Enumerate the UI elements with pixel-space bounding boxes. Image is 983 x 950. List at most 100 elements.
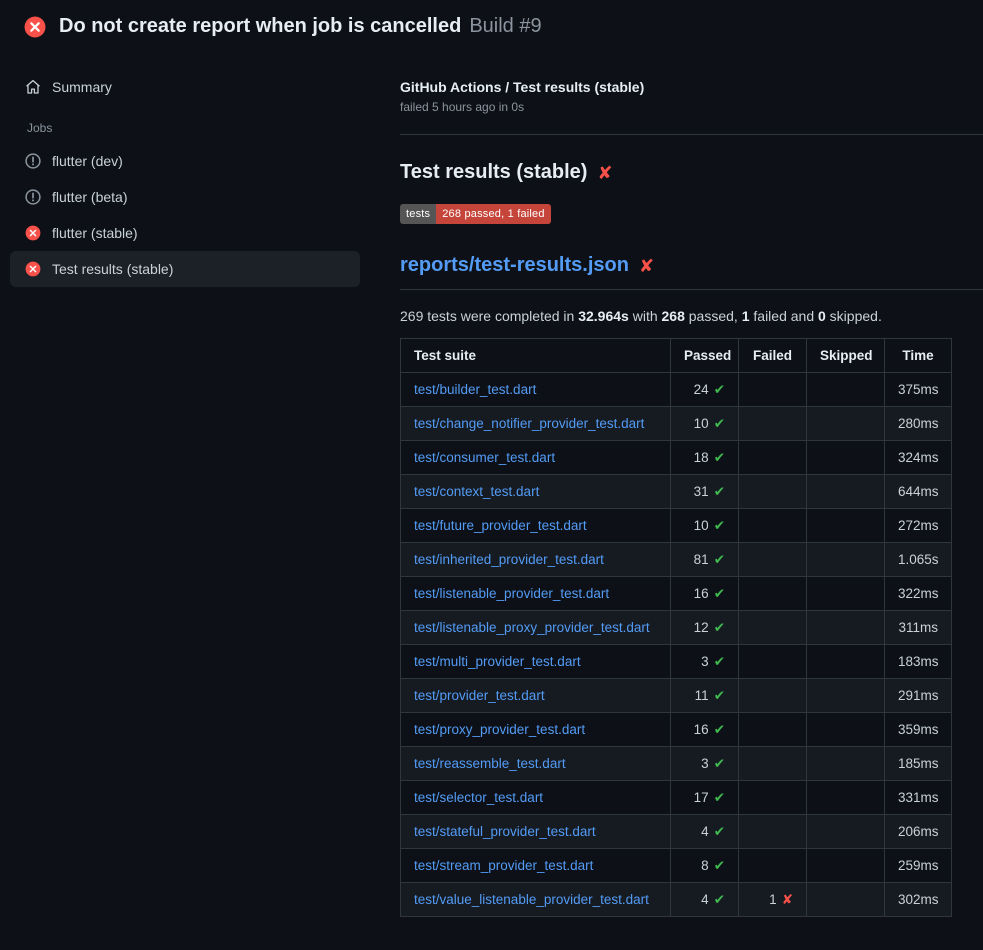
- suite-cell: test/provider_test.dart: [401, 679, 671, 713]
- report-file-link[interactable]: reports/test-results.json: [400, 254, 629, 277]
- passed-cell: 4✔: [671, 815, 739, 849]
- tests-badge: tests 268 passed, 1 failed: [400, 204, 551, 224]
- page-title: Do not create report when job is cancell…: [59, 15, 461, 38]
- badge-value: 268 passed, 1 failed: [436, 204, 550, 224]
- test-suite-link[interactable]: test/stateful_provider_test.dart: [414, 824, 596, 839]
- table-row: test/consumer_test.dart 18✔ 324ms: [401, 441, 952, 475]
- summary-text: passed,: [685, 308, 742, 324]
- time-cell: 185ms: [885, 747, 952, 781]
- suite-cell: test/consumer_test.dart: [401, 441, 671, 475]
- test-suite-link[interactable]: test/proxy_provider_test.dart: [414, 722, 585, 737]
- table-row: test/context_test.dart 31✔ 644ms: [401, 475, 952, 509]
- passed-cell: 11✔: [671, 679, 739, 713]
- passed-cell: 4✔: [671, 883, 739, 917]
- failed-cell: [739, 509, 807, 543]
- test-suite-link[interactable]: test/multi_provider_test.dart: [414, 654, 581, 669]
- table-row: test/listenable_provider_test.dart 16✔ 3…: [401, 577, 952, 611]
- failed-cell: [739, 407, 807, 441]
- badge-label: tests: [400, 204, 436, 224]
- time-cell: 1.065s: [885, 543, 952, 577]
- passed-cell: 16✔: [671, 577, 739, 611]
- check-icon: ✔: [714, 450, 725, 465]
- test-suite-link[interactable]: test/listenable_provider_test.dart: [414, 586, 609, 601]
- suite-cell: test/stateful_provider_test.dart: [401, 815, 671, 849]
- failed-cell: [739, 713, 807, 747]
- skipped-cell: [807, 645, 885, 679]
- test-suite-link[interactable]: test/consumer_test.dart: [414, 450, 555, 465]
- skipped-cell: [807, 577, 885, 611]
- sidebar-item-summary[interactable]: Summary: [10, 69, 360, 105]
- main-content: GitHub Actions / Test results (stable) f…: [370, 51, 983, 917]
- check-icon: ✔: [714, 586, 725, 601]
- test-suite-link[interactable]: test/inherited_provider_test.dart: [414, 552, 604, 567]
- sidebar-item-label: Summary: [52, 79, 112, 95]
- test-suite-link[interactable]: test/listenable_proxy_provider_test.dart: [414, 620, 650, 635]
- sidebar-item-flutter-stable[interactable]: flutter (stable): [10, 215, 360, 251]
- time-cell: 183ms: [885, 645, 952, 679]
- sidebar-item-test-results-stable[interactable]: Test results (stable): [10, 251, 360, 287]
- passed-count: 8: [701, 858, 709, 873]
- passed-count: 16: [694, 722, 709, 737]
- passed-count: 11: [695, 688, 709, 703]
- check-icon: ✔: [714, 756, 725, 771]
- check-icon: ✔: [714, 824, 725, 839]
- summary-skipped: 0: [818, 308, 826, 324]
- test-suite-link[interactable]: test/value_listenable_provider_test.dart: [414, 892, 649, 907]
- skipped-cell: [807, 475, 885, 509]
- check-icon: ✔: [714, 382, 725, 397]
- passed-count: 81: [694, 552, 709, 567]
- run-status-text: failed 5 hours ago in 0s: [400, 100, 983, 114]
- sidebar-item-flutter-dev[interactable]: flutter (dev): [10, 143, 360, 179]
- skipped-cell: [807, 713, 885, 747]
- test-suite-link[interactable]: test/selector_test.dart: [414, 790, 543, 805]
- table-row: test/reassemble_test.dart 3 ✔ 185ms: [401, 747, 952, 781]
- page-header: Do not create report when job is cancell…: [0, 0, 983, 51]
- test-suite-link[interactable]: test/reassemble_test.dart: [414, 756, 566, 771]
- time-cell: 291ms: [885, 679, 952, 713]
- col-failed: Failed: [739, 339, 807, 373]
- test-suite-link[interactable]: test/change_notifier_provider_test.dart: [414, 416, 644, 431]
- sidebar-item-flutter-beta[interactable]: flutter (beta): [10, 179, 360, 215]
- summary-text: with: [629, 308, 662, 324]
- suite-cell: test/listenable_proxy_provider_test.dart: [401, 611, 671, 645]
- job-label: flutter (dev): [52, 153, 123, 169]
- time-cell: 280ms: [885, 407, 952, 441]
- test-results-table: Test suite Passed Failed Skipped Time te…: [400, 338, 952, 917]
- suite-cell: test/change_notifier_provider_test.dart: [401, 407, 671, 441]
- table-row: test/change_notifier_provider_test.dart …: [401, 407, 952, 441]
- passed-count: 4: [701, 824, 709, 839]
- test-suite-link[interactable]: test/stream_provider_test.dart: [414, 858, 593, 873]
- test-suite-link[interactable]: test/builder_test.dart: [414, 382, 536, 397]
- failed-icon: [25, 261, 41, 277]
- passed-count: 3: [701, 756, 709, 771]
- suite-cell: test/inherited_provider_test.dart: [401, 543, 671, 577]
- failed-cell: [739, 849, 807, 883]
- passed-cell: 17✔: [671, 781, 739, 815]
- col-passed: Passed: [671, 339, 739, 373]
- passed-count: 10: [694, 416, 709, 431]
- table-row: test/multi_provider_test.dart 3✔ 183ms: [401, 645, 952, 679]
- failed-cell: [739, 373, 807, 407]
- cross-icon: ✘: [639, 257, 654, 275]
- passed-cell: 10✔: [671, 509, 739, 543]
- passed-count: 4: [701, 892, 709, 907]
- summary-sentence: 269 tests were completed in 32.964s with…: [400, 308, 983, 324]
- suite-cell: test/value_listenable_provider_test.dart: [401, 883, 671, 917]
- job-label: flutter (beta): [52, 189, 127, 205]
- passed-count: 31: [694, 484, 709, 499]
- passed-cell: 16 ✔: [671, 713, 739, 747]
- time-cell: 324ms: [885, 441, 952, 475]
- table-row: test/value_listenable_provider_test.dart…: [401, 883, 952, 917]
- cross-icon: ✘: [782, 892, 793, 907]
- skipped-cell: [807, 815, 885, 849]
- summary-duration: 32.964s: [578, 308, 629, 324]
- test-suite-link[interactable]: test/future_provider_test.dart: [414, 518, 587, 533]
- check-icon: ✔: [714, 722, 725, 737]
- summary-text: failed and: [750, 308, 819, 324]
- test-suite-link[interactable]: test/context_test.dart: [414, 484, 539, 499]
- passed-cell: 10✔: [671, 407, 739, 441]
- report-heading: reports/test-results.json ✘: [400, 254, 983, 290]
- failed-status-icon: [24, 16, 46, 38]
- test-suite-link[interactable]: test/provider_test.dart: [414, 688, 545, 703]
- skipped-cell: [807, 849, 885, 883]
